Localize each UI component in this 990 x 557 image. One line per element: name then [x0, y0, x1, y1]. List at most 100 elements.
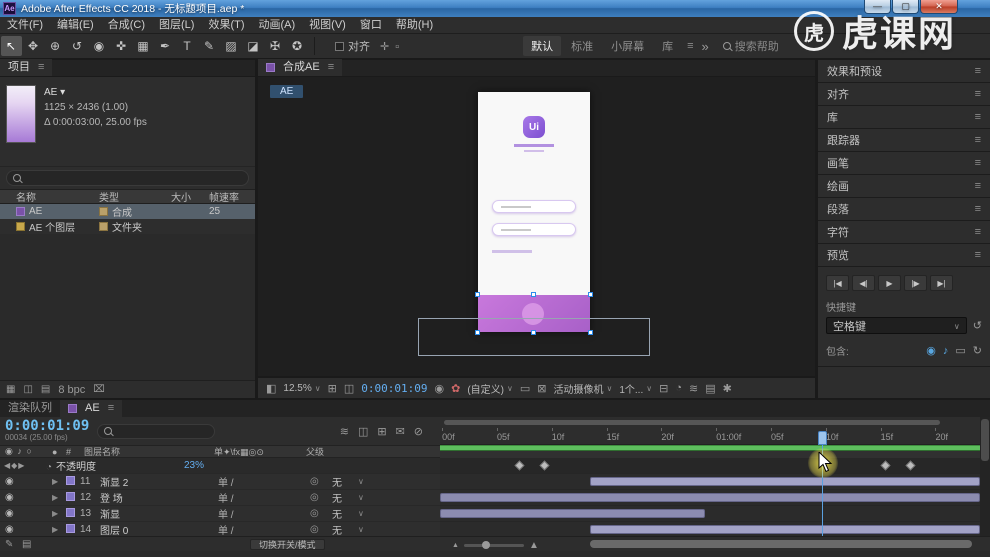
toolbar-misc-icons[interactable]: ✛▫ [380, 40, 405, 53]
layer-switches[interactable]: 单 / [218, 490, 310, 505]
composition-viewport[interactable]: AE Ui [258, 77, 815, 376]
zoom-out-icon[interactable]: ▲ [452, 542, 459, 549]
menu-item[interactable]: 帮助(H) [389, 17, 440, 34]
panel-menu-icon[interactable] [971, 111, 981, 123]
layer-duration-bar[interactable] [590, 477, 980, 486]
expand-arrow-icon[interactable]: ▶ [52, 509, 66, 518]
layer-name[interactable]: 图层 0 [100, 522, 218, 537]
composition-mini-flowchart-icon[interactable]: ≋ [340, 425, 349, 438]
include-video-icon[interactable]: ◉ [926, 344, 936, 357]
comp-navigator-chip[interactable]: AE [270, 85, 304, 98]
exposure-icon[interactable]: ◔ [675, 382, 682, 394]
channels-icon[interactable]: ✿ [451, 382, 460, 395]
timeline-comp-tab[interactable]: AE [60, 400, 123, 417]
render-queue-tab[interactable]: 渲染队列 [0, 400, 60, 417]
layer-row[interactable]: ◉ ▶ 13 渐显 单 / ◎ 无 [0, 506, 440, 522]
mini-timeline-icon[interactable]: ▤ [705, 382, 715, 395]
menu-item[interactable]: 窗口 [353, 17, 389, 34]
minimize-button[interactable]: — [864, 0, 891, 14]
pixel-aspect-icon[interactable]: ⊟ [659, 382, 668, 395]
time-ruler[interactable]: 00f 05f 10f 15f 20f 01:00f 05f 10f 15f 20f [440, 417, 980, 445]
menu-item[interactable]: 效果(T) [201, 17, 251, 34]
layer-color-label[interactable] [66, 475, 75, 485]
grid-options-icon[interactable]: ⊞ [328, 382, 337, 395]
layer-name[interactable]: 渐显 2 [100, 474, 218, 489]
interpret-footage-icon[interactable]: ▦ [6, 384, 15, 395]
selection-handle[interactable] [588, 330, 593, 335]
zoom-in-icon[interactable]: ▲ [529, 540, 539, 551]
project-bit-depth[interactable]: 8 bpc [58, 384, 85, 396]
menu-item[interactable]: 视图(V) [302, 17, 353, 34]
panel-menu-icon[interactable] [971, 88, 981, 100]
layer-track[interactable] [440, 490, 980, 506]
column-name[interactable]: 名称 [0, 189, 99, 204]
track-matte-icon[interactable]: ◎ [310, 508, 332, 519]
snap-checkbox-icon[interactable] [335, 41, 344, 51]
new-folder-icon[interactable]: ◫ [23, 384, 32, 395]
layer-switches[interactable]: 单 / [218, 522, 310, 537]
hide-shy-layers-icon[interactable]: ⊞ [377, 425, 386, 438]
panel-header[interactable]: 绘画 [818, 175, 990, 198]
work-area-bar[interactable] [440, 445, 980, 451]
keyframe[interactable] [880, 460, 891, 471]
always-preview-icon[interactable]: ◧ [266, 382, 276, 395]
layer-switches[interactable]: 单 / [218, 474, 310, 489]
panel-menu-icon[interactable] [971, 134, 981, 146]
panel-header[interactable]: 跟踪器 [818, 129, 990, 152]
search-help[interactable]: 搜索帮助 [722, 38, 779, 54]
layer-name[interactable]: 渐显 [100, 506, 218, 521]
panel-header[interactable]: 效果和预设 [818, 60, 990, 83]
track-matte-icon[interactable]: ◎ [310, 524, 332, 535]
layer-switches[interactable]: 单 / [218, 506, 310, 521]
visibility-toggle-icon[interactable]: ◉ [0, 476, 14, 487]
tool-button[interactable]: T [177, 36, 198, 56]
close-button[interactable]: ✕ [920, 0, 958, 14]
transport-button[interactable]: |▶ [904, 275, 927, 291]
draft-3d-icon[interactable]: ◫ [358, 425, 368, 438]
workspace-menu-icon[interactable] [683, 40, 693, 52]
opacity-value[interactable]: 23% [184, 460, 204, 471]
fast-preview-icon[interactable]: ≋ [689, 382, 698, 395]
visibility-toggle-icon[interactable]: ◉ [0, 492, 14, 503]
panel-menu-icon[interactable] [971, 249, 981, 261]
timeline-vertical-scrollbar[interactable] [980, 417, 990, 536]
keyframe[interactable] [514, 460, 525, 471]
view-layout-dropdown[interactable]: 1个... [619, 381, 652, 396]
tool-button[interactable]: ▦ [133, 36, 154, 56]
workspace-tab[interactable]: 库 [654, 36, 681, 56]
panel-menu-icon[interactable] [971, 65, 981, 77]
include-overlays-icon[interactable]: ▭ [955, 344, 965, 357]
panel-header[interactable]: 对齐 [818, 83, 990, 106]
menu-item[interactable]: 合成(C) [101, 17, 152, 34]
layer-track[interactable] [440, 522, 980, 536]
tool-button[interactable]: ✠ [265, 36, 286, 56]
new-composition-icon[interactable]: ▤ [41, 384, 50, 395]
tool-button[interactable]: ✎ [199, 36, 220, 56]
comp-current-time[interactable]: 0:00:01:09 [361, 382, 427, 395]
layer-color-label[interactable] [66, 523, 75, 533]
expand-arrow-icon[interactable]: ▶ [52, 525, 66, 534]
tool-button[interactable]: ✥ [23, 36, 44, 56]
frame-blending-icon[interactable]: ✉ [396, 425, 405, 438]
tool-button[interactable]: ↖ [0, 36, 22, 56]
include-audio-icon[interactable]: ♪ [943, 345, 949, 357]
current-time-display[interactable]: 0:00:01:09 [5, 419, 89, 433]
reset-icon[interactable]: ↺ [973, 319, 982, 332]
layer-columns-header[interactable]: ◉ ♪ ○ ● # 图层名称 单✦\fx▦◎⊙ 父级 [0, 445, 440, 458]
panel-header[interactable]: 画笔 [818, 152, 990, 175]
tool-button[interactable]: ✒ [155, 36, 176, 56]
folder-icon[interactable]: ▤ [22, 539, 31, 550]
menu-item[interactable]: 文件(F) [0, 17, 50, 34]
parent-dropdown[interactable]: 无 [332, 522, 440, 537]
timeline-track-area[interactable]: 00f 05f 10f 15f 20f 01:00f 05f 10f 15f 20f [440, 417, 980, 536]
tool-button[interactable]: ⊕ [45, 36, 66, 56]
expand-arrow-icon[interactable]: ▶ [52, 493, 66, 502]
layer-duration-bar[interactable] [440, 493, 980, 502]
layer-color-label[interactable] [66, 507, 75, 517]
workspace-tab[interactable]: 默认 [523, 36, 562, 56]
selection-handle[interactable] [475, 330, 480, 335]
transport-button[interactable]: ▶ [878, 275, 901, 291]
layer-track[interactable] [440, 474, 980, 490]
layer-color-label[interactable] [66, 491, 75, 501]
column-fps[interactable]: 帧速率 [209, 189, 255, 204]
